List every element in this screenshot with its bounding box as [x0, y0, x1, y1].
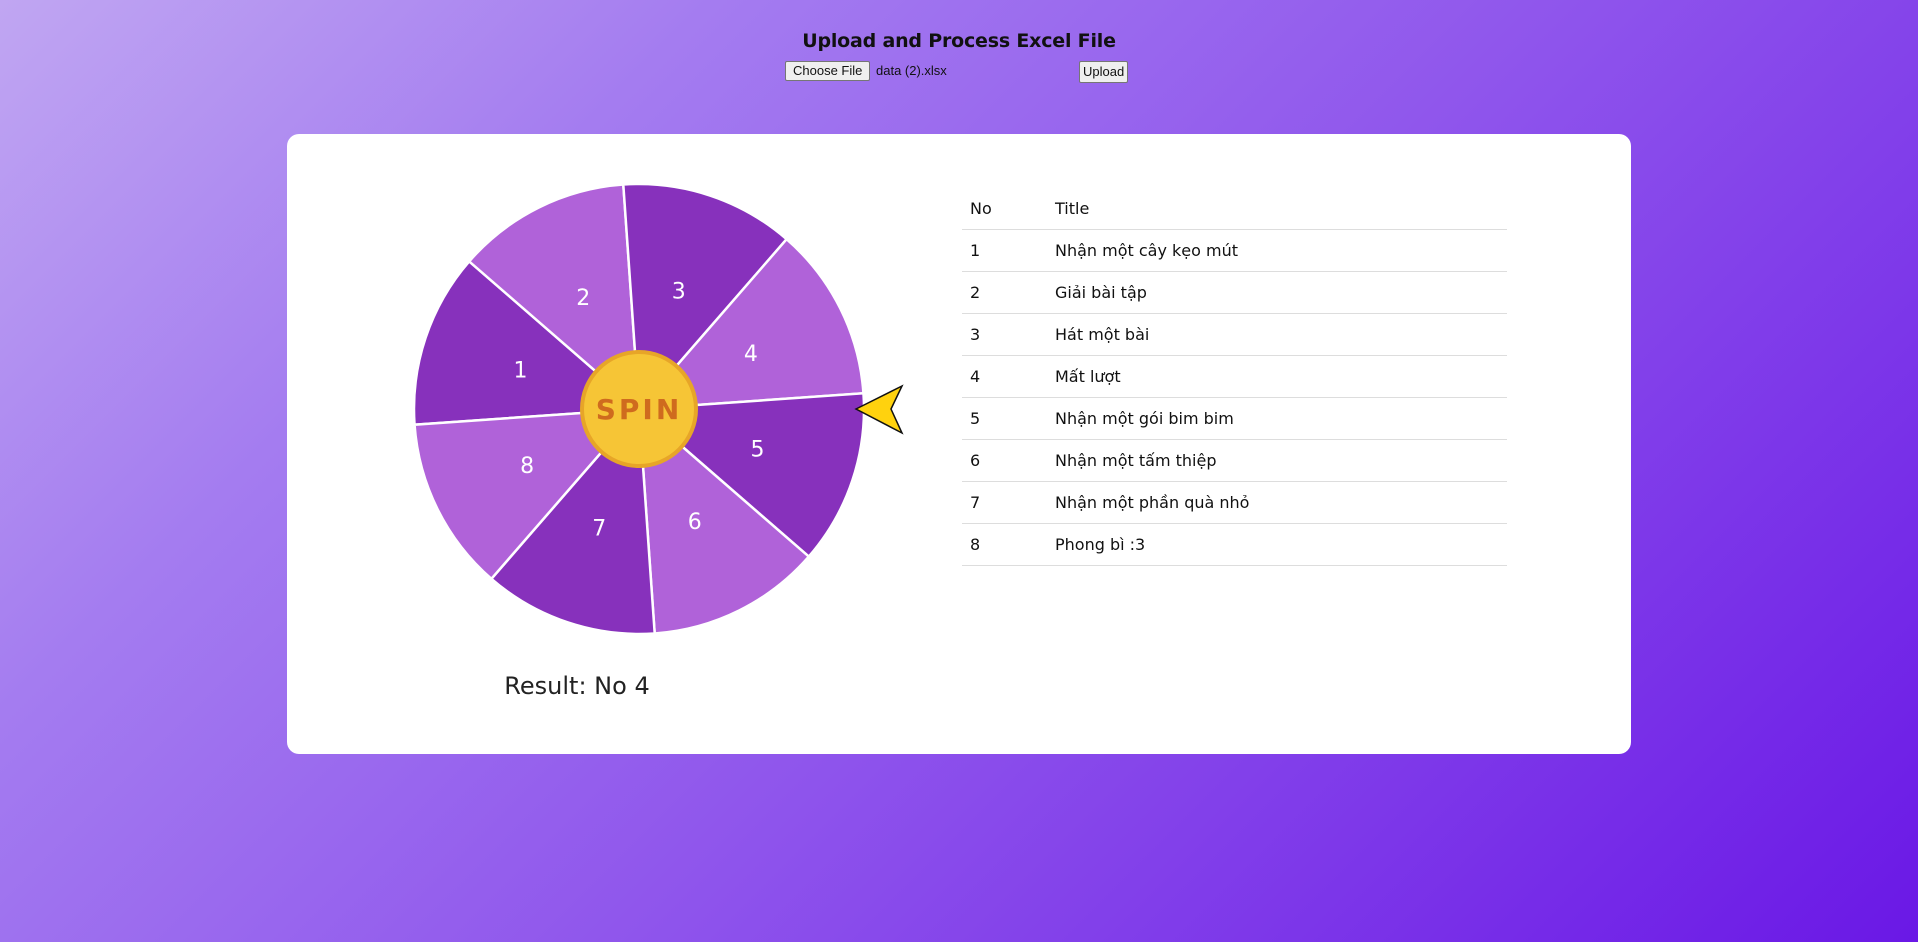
result-label: Result: — [504, 672, 587, 700]
table-row: 2 Giải bài tập — [962, 271, 1507, 314]
table-row: 4 Mất lượt — [962, 355, 1507, 398]
row-title: Nhận một tấm thiệp — [1047, 439, 1507, 482]
wheel-segment-label: 8 — [520, 454, 534, 479]
upload-form: Choose File data (2).xlsx Upload — [785, 61, 1135, 83]
choose-file-button[interactable]: Choose File — [785, 61, 871, 81]
spin-label[interactable]: SPIN — [596, 393, 683, 426]
row-title: Hát một bài — [1047, 313, 1507, 356]
table-row: 7 Nhận một phần quà nhỏ — [962, 481, 1507, 524]
row-title: Giải bài tập — [1047, 271, 1507, 314]
row-title: Mất lượt — [1047, 355, 1507, 398]
row-no: 5 — [962, 397, 1047, 440]
row-title: Nhận một gói bim bim — [1047, 397, 1507, 440]
table-row: 8 Phong bì :3 — [962, 523, 1507, 566]
row-no: 7 — [962, 481, 1047, 524]
main-card: 12345678 SPIN Result: No 4 No Title 1 Nh… — [287, 134, 1631, 754]
wheel-segment-label: 3 — [672, 280, 686, 305]
wheel-segment-label: 5 — [751, 438, 765, 463]
wheel-segment-label: 6 — [688, 510, 702, 535]
upload-header: Upload and Process Excel File — [0, 30, 1918, 52]
spin-button[interactable]: SPIN — [580, 350, 698, 468]
items-table: No Title 1 Nhận một cây kẹo mút 2 Giải b… — [962, 188, 1507, 566]
column-header-title: Title — [1047, 188, 1507, 230]
result-display: Result: No 4 — [407, 672, 747, 700]
row-no: 3 — [962, 313, 1047, 356]
row-title: Phong bì :3 — [1047, 523, 1507, 566]
wheel-segment-label: 4 — [744, 342, 758, 367]
table-row: 5 Nhận một gói bim bim — [962, 397, 1507, 440]
row-no: 2 — [962, 271, 1047, 314]
table-row: 6 Nhận một tấm thiệp — [962, 439, 1507, 482]
row-no: 6 — [962, 439, 1047, 482]
wheel-segment-label: 1 — [514, 358, 528, 383]
upload-button[interactable]: Upload — [1079, 61, 1129, 83]
row-title: Nhận một cây kẹo mút — [1047, 229, 1507, 272]
page-title: Upload and Process Excel File — [802, 30, 1116, 52]
row-no: 1 — [962, 229, 1047, 272]
row-title: Nhận một phần quà nhỏ — [1047, 481, 1507, 524]
selected-file-name: data (2).xlsx — [876, 63, 947, 78]
table-header-row: No Title — [962, 188, 1507, 230]
row-no: 4 — [962, 355, 1047, 398]
prize-wheel: 1 2 3 4 5 6 7 8 SPIN — [412, 182, 904, 636]
result-value: No 4 — [594, 672, 650, 700]
column-header-no: No — [962, 188, 1047, 230]
row-no: 8 — [962, 523, 1047, 566]
table-row: 1 Nhận một cây kẹo mút — [962, 229, 1507, 272]
wheel-segment-label: 2 — [576, 286, 590, 311]
table-row: 3 Hát một bài — [962, 313, 1507, 356]
wheel-segment-label: 7 — [592, 517, 606, 542]
